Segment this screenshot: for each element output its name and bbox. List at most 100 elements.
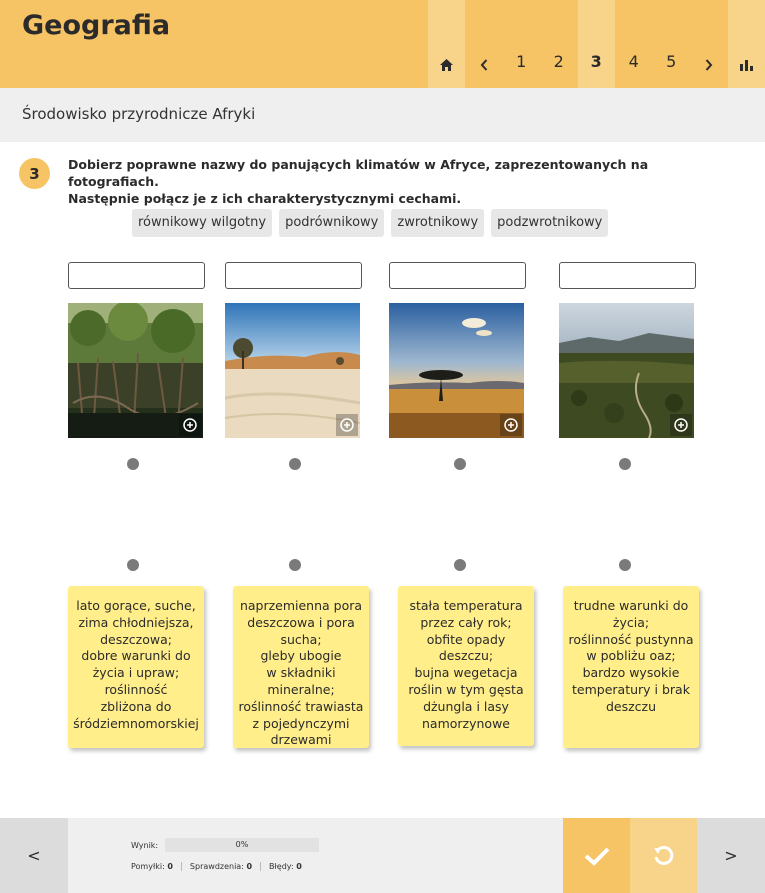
bar-chart-icon [739, 60, 753, 71]
zoom-button-1[interactable] [179, 414, 201, 436]
drop-zone-1[interactable] [68, 262, 205, 289]
feature-card-2[interactable]: naprzemienna pora deszczowa i pora sucha… [233, 586, 369, 748]
stat-mistakes: Pomyłki: 0 [131, 862, 182, 871]
stat-errors: Błędy: 0 [269, 862, 310, 871]
next-exercise-button[interactable]: > [697, 818, 765, 893]
card-line: bardzo wysokie [582, 665, 680, 681]
stat-checks: Sprawdzenia: 0 [189, 862, 262, 871]
card-line: przez cały rok; [420, 614, 512, 630]
answer-chips: równikowy wilgotny podrównikowy zwrotnik… [132, 209, 609, 237]
score-label: Wynik: [131, 841, 159, 850]
reset-button[interactable] [630, 818, 697, 893]
next-page-button[interactable] [690, 0, 728, 88]
card-line: naprzemienna pora [239, 598, 363, 613]
stat-checks-label: Sprawdzenia: [189, 862, 244, 871]
card-line: zbliżona do [100, 698, 172, 714]
stat-mistakes-label: Pomyłki: [131, 862, 165, 871]
connector-bottom-3[interactable] [454, 559, 466, 571]
task-instruction: Dobierz poprawne nazwy do panujących kli… [68, 156, 728, 207]
stat-checks-value: 0 [246, 862, 253, 871]
stat-errors-label: Błędy: [269, 862, 294, 871]
connector-top-1[interactable] [127, 458, 139, 470]
card-line: namorzynowe [422, 715, 510, 731]
section-bar: Środowisko przyrodnicze Afryki [0, 88, 765, 142]
chip-rownikowy-wilgotny[interactable]: równikowy wilgotny [132, 209, 273, 237]
zoom-button-4[interactable] [670, 414, 692, 436]
connector-bottom-2[interactable] [289, 559, 301, 571]
header: Geografia 1 2 3 4 5 [0, 0, 765, 88]
card-line: roślinność [104, 681, 168, 697]
reset-icon [653, 845, 673, 865]
card-line: roślinność trawiasta [238, 698, 364, 714]
drop-zone-3[interactable] [389, 262, 526, 289]
zoom-in-icon [504, 418, 518, 432]
card-line: lato gorące, suche, [76, 598, 196, 613]
card-line: w pobliżu oaz; [586, 648, 676, 664]
photo-savanna [389, 303, 524, 438]
card-line: roślin w tym gęsta [408, 681, 524, 697]
card-line: życia; [612, 614, 650, 630]
card-line: życia i upraw; [92, 665, 180, 681]
card-line: w składniki mineralne; [266, 665, 336, 697]
photo-mangrove [68, 303, 203, 438]
prev-exercise-button[interactable]: < [0, 818, 68, 893]
prev-page-button[interactable] [465, 0, 503, 88]
connector-bottom-4[interactable] [619, 559, 631, 571]
page-1-button[interactable]: 1 [503, 0, 541, 88]
card-line: gleby ubogie [260, 648, 342, 664]
page-5-button[interactable]: 5 [653, 0, 691, 88]
task-instruction-line-2: Następnie połącz je z ich charakterystyc… [68, 191, 462, 206]
card-line: temperatury i brak [572, 681, 690, 697]
card-line: sucha; [280, 631, 322, 647]
feature-card-4[interactable]: trudne warunki do życia; roślinność pust… [563, 586, 699, 748]
task-number-badge: 3 [19, 158, 50, 189]
card-line: roślinność pustynna [568, 631, 694, 647]
zoom-in-icon [674, 418, 688, 432]
photo-shrubland [559, 303, 694, 438]
score-value: 0% [235, 840, 249, 849]
task-instruction-line-1: Dobierz poprawne nazwy do panujących kli… [68, 157, 649, 189]
zoom-in-icon [340, 418, 354, 432]
card-line: z pojedynczymi [252, 715, 350, 731]
score-progress-bar: 0% [165, 838, 319, 852]
chip-zwrotnikowy[interactable]: zwrotnikowy [391, 209, 485, 237]
checkmark-icon [584, 847, 609, 866]
card-line: drzewami [270, 732, 332, 748]
card-line: deszczowa; [100, 631, 172, 647]
page-4-button[interactable]: 4 [615, 0, 653, 88]
feature-card-1[interactable]: lato gorące, suche, zima chłodniejsza, d… [68, 586, 204, 748]
connector-top-2[interactable] [289, 458, 301, 470]
card-line: bujna wegetacja [414, 665, 518, 681]
zoom-button-2[interactable] [336, 414, 358, 436]
home-button[interactable] [427, 0, 465, 88]
page-3-button[interactable]: 3 [577, 0, 615, 88]
chip-podrownikowy[interactable]: podrównikowy [279, 209, 385, 237]
footer: < Wynik: 0% Pomyłki: 0 Sprawdzenia: 0 Bł… [0, 818, 765, 893]
photo-desert [225, 303, 360, 438]
chevron-left-icon [480, 59, 487, 71]
card-line: trudne warunki do [573, 598, 689, 613]
check-button[interactable] [563, 818, 630, 893]
home-icon [439, 59, 453, 71]
card-line: zima chłodniejsza, [78, 614, 194, 630]
card-line: deszczowa i pora [247, 614, 355, 630]
drop-zone-4[interactable] [559, 262, 696, 289]
stats-button[interactable] [727, 0, 765, 88]
chip-podzwrotnikowy[interactable]: podzwrotnikowy [491, 209, 609, 237]
zoom-button-3[interactable] [500, 414, 522, 436]
card-line: śródziemnomorskiej [73, 715, 199, 731]
chevron-right-icon [705, 59, 713, 71]
stats-row: Pomyłki: 0 Sprawdzenia: 0 Błędy: 0 [131, 862, 318, 871]
section-title: Środowisko przyrodnicze Afryki [22, 105, 256, 123]
drop-zone-2[interactable] [225, 262, 362, 289]
connector-bottom-1[interactable] [127, 559, 139, 571]
feature-card-3[interactable]: stała temperatura przez cały rok; obfite… [398, 586, 534, 746]
zoom-in-icon [183, 418, 197, 432]
card-line: dżungla i lasy [423, 698, 509, 714]
page-2-button[interactable]: 2 [540, 0, 578, 88]
connector-top-4[interactable] [619, 458, 631, 470]
card-line: deszczu [605, 698, 657, 714]
stat-mistakes-value: 0 [167, 862, 173, 871]
connector-top-3[interactable] [454, 458, 466, 470]
stat-errors-value: 0 [296, 862, 302, 871]
